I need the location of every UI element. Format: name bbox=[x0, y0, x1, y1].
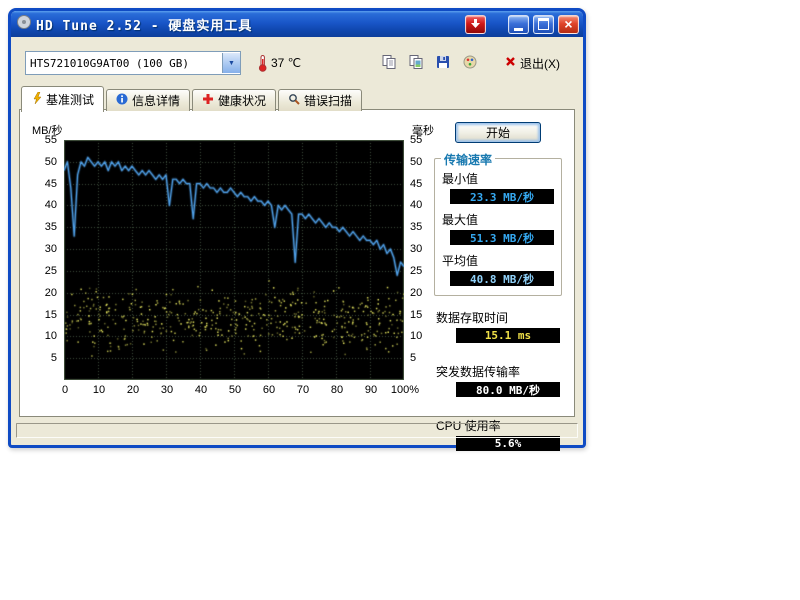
y-tick-left: 5 bbox=[30, 352, 57, 364]
options-palette-icon bbox=[462, 54, 478, 73]
maximize-button[interactable] bbox=[533, 15, 554, 34]
hd-tune-window: HD Tune 2.52 - 硬盘实用工具 × HTS721010G9AT00 … bbox=[8, 8, 586, 448]
update-download-button[interactable] bbox=[465, 15, 486, 34]
y-tick-right: 25 bbox=[410, 265, 434, 277]
x-tick: 20 bbox=[117, 384, 149, 396]
copy-text-button[interactable] bbox=[377, 52, 401, 74]
tab-info[interactable]: 信息详情 bbox=[106, 89, 190, 111]
x-tick: 100% bbox=[389, 384, 421, 396]
avg-label: 平均值 bbox=[442, 252, 556, 269]
benchmark-chart-canvas bbox=[64, 140, 404, 380]
y-tick-left: 30 bbox=[30, 243, 57, 255]
tab-health[interactable]: 健康状况 bbox=[192, 89, 276, 111]
x-tick: 70 bbox=[287, 384, 319, 396]
y-tick-left: 45 bbox=[30, 178, 57, 190]
drive-select-value: HTS721010G9AT00 (100 GB) bbox=[26, 57, 222, 70]
transfer-rate-group: 传输速率 最小值 23.3 MB/秒 最大值 51.3 MB/秒 平均值 40.… bbox=[434, 158, 562, 296]
access-time-label: 数据存取时间 bbox=[436, 309, 562, 326]
app-icon bbox=[16, 14, 32, 35]
x-tick: 40 bbox=[185, 384, 217, 396]
maximize-icon bbox=[538, 18, 549, 30]
access-time-block: 数据存取时间 15.1 ms bbox=[434, 307, 562, 350]
burst-rate-value: 80.0 MB/秒 bbox=[456, 382, 560, 397]
tab-strip: 基准测试 信息详情 健康状况 错误扫描 bbox=[21, 86, 362, 112]
exit-x-icon bbox=[505, 56, 516, 70]
save-floppy-icon bbox=[435, 54, 451, 73]
benchmark-tab-page: MB/秒 毫秒 55101015152020252530303535404045… bbox=[19, 109, 575, 417]
health-cross-icon bbox=[202, 93, 214, 108]
x-tick: 30 bbox=[151, 384, 183, 396]
exit-label: 退出(X) bbox=[520, 55, 560, 72]
download-arrow-icon bbox=[471, 17, 480, 32]
tab-benchmark[interactable]: 基准测试 bbox=[21, 86, 104, 112]
info-icon bbox=[116, 93, 128, 108]
x-tick: 90 bbox=[355, 384, 387, 396]
chevron-down-icon[interactable]: ▼ bbox=[222, 53, 240, 73]
y-tick-right: 45 bbox=[410, 178, 434, 190]
options-button[interactable] bbox=[458, 52, 482, 74]
exit-button[interactable]: 退出(X) bbox=[500, 52, 565, 75]
copy-text-icon bbox=[381, 54, 397, 73]
avg-value: 40.8 MB/秒 bbox=[450, 271, 554, 286]
magnifier-icon bbox=[288, 93, 300, 108]
min-label: 最小值 bbox=[442, 170, 556, 187]
y-tick-right: 55 bbox=[410, 134, 434, 146]
temperature-value: 37 ℃ bbox=[271, 56, 301, 70]
y-tick-right: 15 bbox=[410, 309, 434, 321]
lightning-icon bbox=[31, 92, 42, 107]
burst-rate-label: 突发数据传输率 bbox=[436, 363, 562, 380]
drive-select[interactable]: HTS721010G9AT00 (100 GB) ▼ bbox=[25, 51, 241, 75]
access-time-value: 15.1 ms bbox=[456, 328, 560, 343]
min-value: 23.3 MB/秒 bbox=[450, 189, 554, 204]
results-panel: 开始 传输速率 最小值 23.3 MB/秒 最大值 51.3 MB/秒 平均值 … bbox=[434, 120, 562, 408]
y-tick-left: 35 bbox=[30, 221, 57, 233]
x-tick: 10 bbox=[83, 384, 115, 396]
start-button[interactable]: 开始 bbox=[455, 122, 541, 143]
y-tick-right: 20 bbox=[410, 287, 434, 299]
y-tick-left: 15 bbox=[30, 309, 57, 321]
y-tick-right: 50 bbox=[410, 156, 434, 168]
status-bar bbox=[16, 423, 578, 438]
toolbar: HTS721010G9AT00 (100 GB) ▼ 37 ℃ bbox=[25, 51, 571, 75]
start-button-label: 开始 bbox=[486, 126, 510, 140]
tab-benchmark-label: 基准测试 bbox=[46, 91, 94, 108]
x-tick: 0 bbox=[49, 384, 81, 396]
window-title: HD Tune 2.52 - 硬盘实用工具 bbox=[36, 15, 461, 34]
tab-health-label: 健康状况 bbox=[218, 92, 266, 109]
tab-error-scan[interactable]: 错误扫描 bbox=[278, 89, 362, 111]
copy-image-icon bbox=[408, 54, 424, 73]
save-button[interactable] bbox=[431, 52, 455, 74]
cpu-usage-value: 5.6% bbox=[456, 436, 560, 451]
x-tick: 60 bbox=[253, 384, 285, 396]
minimize-icon bbox=[514, 28, 523, 31]
y-tick-left: 50 bbox=[30, 156, 57, 168]
title-bar[interactable]: HD Tune 2.52 - 硬盘实用工具 × bbox=[11, 11, 583, 37]
y-tick-left: 20 bbox=[30, 287, 57, 299]
burst-rate-block: 突发数据传输率 80.0 MB/秒 bbox=[434, 361, 562, 404]
close-button[interactable]: × bbox=[558, 15, 579, 34]
window-client-area: HTS721010G9AT00 (100 GB) ▼ 37 ℃ bbox=[11, 37, 583, 445]
close-icon: × bbox=[564, 17, 572, 31]
temperature-icon bbox=[257, 54, 268, 72]
benchmark-chart: MB/秒 毫秒 55101015152020252530303535404045… bbox=[30, 122, 434, 404]
x-tick: 80 bbox=[321, 384, 353, 396]
y-tick-left: 10 bbox=[30, 330, 57, 342]
x-tick: 50 bbox=[219, 384, 251, 396]
y-tick-left: 40 bbox=[30, 199, 57, 211]
tab-error-scan-label: 错误扫描 bbox=[304, 92, 352, 109]
y-tick-left: 25 bbox=[30, 265, 57, 277]
tab-info-label: 信息详情 bbox=[132, 92, 180, 109]
y-tick-right: 30 bbox=[410, 243, 434, 255]
y-tick-right: 10 bbox=[410, 330, 434, 342]
max-label: 最大值 bbox=[442, 211, 556, 228]
copy-image-button[interactable] bbox=[404, 52, 428, 74]
y-tick-right: 35 bbox=[410, 221, 434, 233]
toolbar-icon-group bbox=[377, 52, 482, 74]
y-tick-left: 55 bbox=[30, 134, 57, 146]
transfer-rate-group-title: 传输速率 bbox=[441, 151, 495, 168]
max-value: 51.3 MB/秒 bbox=[450, 230, 554, 245]
y-tick-right: 40 bbox=[410, 199, 434, 211]
y-tick-right: 5 bbox=[410, 352, 434, 364]
minimize-button[interactable] bbox=[508, 15, 529, 34]
